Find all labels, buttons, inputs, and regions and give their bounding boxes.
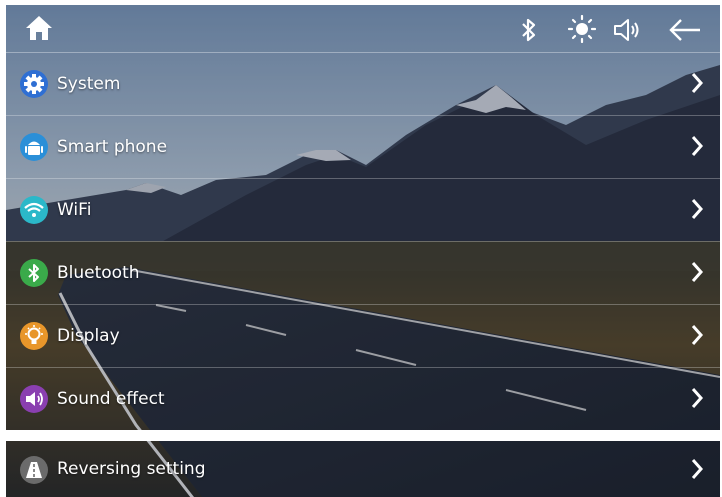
menu-item-reversing-setting[interactable]: Reversing setting: [6, 441, 720, 497]
menu-label: Reversing setting: [57, 459, 206, 479]
chevron-right-icon: [690, 458, 704, 484]
bluetooth-icon[interactable]: [520, 17, 538, 47]
menu-item-smart-phone[interactable]: Smart phone: [6, 116, 720, 179]
top-bar: [6, 5, 720, 53]
menu-label: Sound effect: [57, 389, 165, 409]
chevron-right-icon: [690, 198, 704, 224]
bluetooth-icon: [20, 259, 48, 287]
wifi-icon: [20, 196, 48, 224]
chevron-right-icon: [690, 387, 704, 413]
menu-label: Display: [57, 326, 120, 346]
menu-label: Bluetooth: [57, 263, 140, 283]
speaker-icon: [20, 385, 48, 413]
android-icon: [20, 133, 48, 161]
menu-item-bluetooth[interactable]: Bluetooth: [6, 242, 720, 305]
chevron-right-icon: [690, 72, 704, 98]
home-icon[interactable]: [24, 14, 54, 46]
menu-item-wifi[interactable]: WiFi: [6, 179, 720, 242]
chevron-right-icon: [690, 261, 704, 287]
menu-item-display[interactable]: Display: [6, 305, 720, 368]
menu-item-sound-effect[interactable]: Sound effect: [6, 368, 720, 430]
gear-icon: [20, 70, 48, 98]
brightness-icon[interactable]: [567, 14, 597, 47]
main-screen: System Smart phone WiFi Bluetooth Displa…: [6, 5, 720, 430]
volume-icon[interactable]: [612, 17, 642, 47]
second-screen: Reversing setting: [6, 441, 720, 497]
menu-item-system[interactable]: System: [6, 53, 720, 116]
chevron-right-icon: [690, 135, 704, 161]
back-arrow-icon[interactable]: [668, 17, 702, 47]
chevron-right-icon: [690, 324, 704, 350]
road-icon: [20, 456, 48, 484]
menu-label: System: [57, 74, 121, 94]
menu-label: Smart phone: [57, 137, 168, 157]
menu-label: WiFi: [57, 200, 92, 220]
lightbulb-icon: [20, 322, 48, 350]
